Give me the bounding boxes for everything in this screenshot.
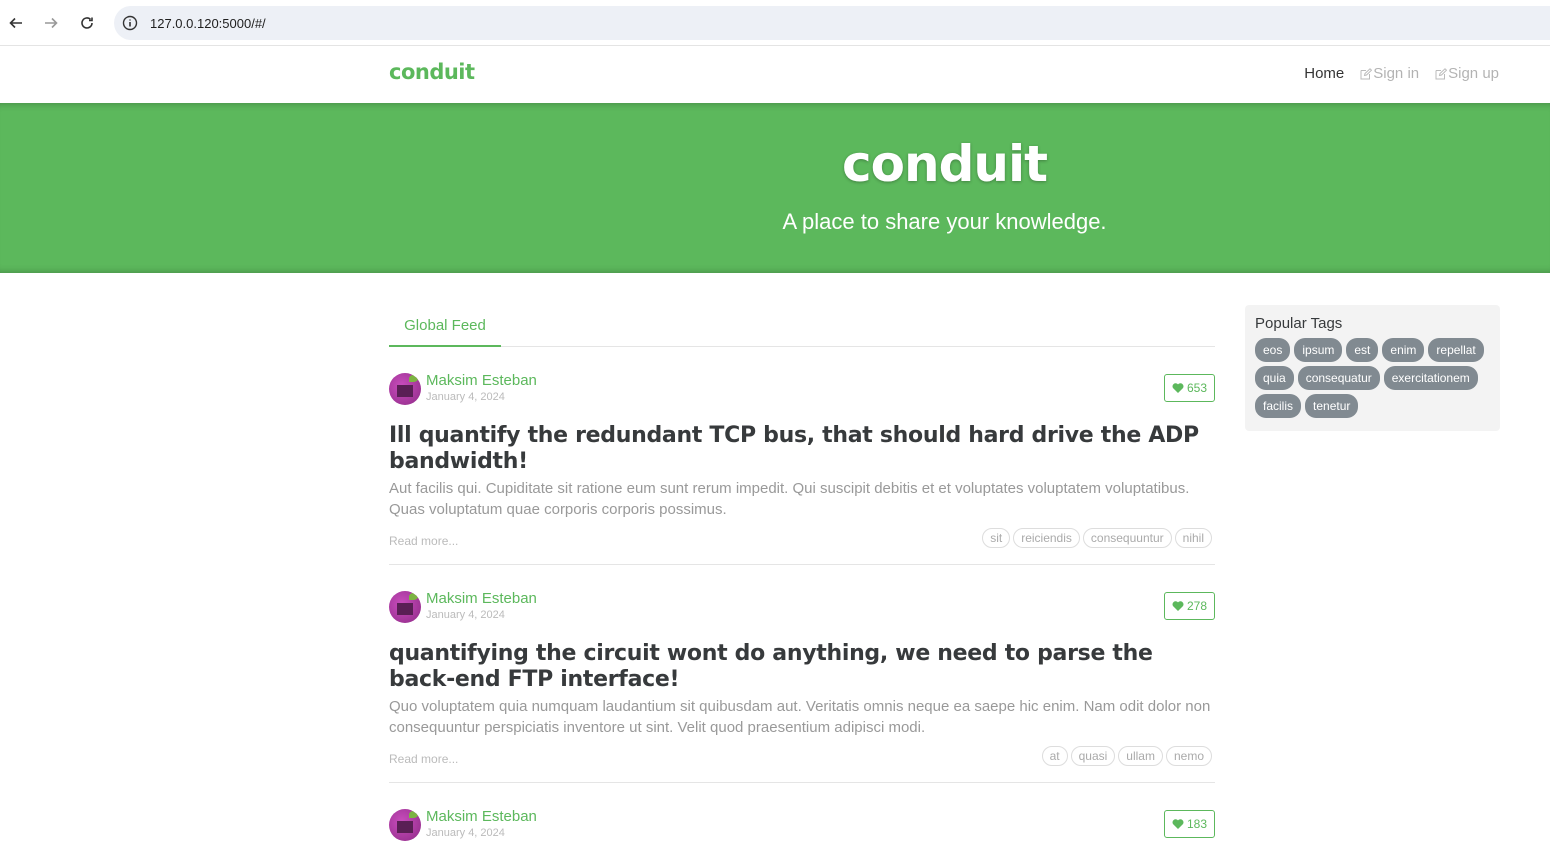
tag-pill[interactable]: repellat (1428, 338, 1484, 362)
article-description[interactable]: Aut facilis qui. Cupiditate sit ratione … (389, 478, 1215, 520)
article-tag[interactable]: reiciendis (1013, 528, 1080, 548)
avatar[interactable] (389, 373, 421, 405)
article-tag[interactable]: at (1041, 746, 1068, 766)
favorite-button[interactable]: 278 (1163, 592, 1215, 620)
article-preview: Maksim Esteban January 4, 2024 183 (389, 783, 1215, 847)
article-tag[interactable]: quasi (1070, 746, 1116, 766)
reload-icon[interactable] (76, 12, 98, 34)
read-more-link[interactable]: Read more... (389, 752, 458, 766)
popular-tags-sidebar: Popular Tags eos ipsum est enim repellat… (1245, 305, 1500, 431)
read-more-link[interactable]: Read more... (389, 534, 458, 548)
article-title[interactable]: Ill quantify the redundant TCP bus, that… (389, 423, 1215, 475)
banner-title: conduit (841, 135, 1048, 193)
article-tag-list: sit reiciendis consequuntur nihil (982, 528, 1212, 548)
tag-pill[interactable]: eos (1255, 338, 1291, 362)
article-date: January 4, 2024 (426, 391, 505, 403)
tag-pill[interactable]: consequatur (1297, 366, 1380, 390)
url-text[interactable]: 127.0.0.120:5000/#/ (150, 16, 266, 31)
article-footer: Read more... at quasi ullam nemo (389, 738, 1215, 782)
avatar[interactable] (389, 591, 421, 623)
address-bar[interactable]: 127.0.0.120:5000/#/ (114, 6, 1550, 40)
article-tag[interactable]: nemo (1165, 746, 1212, 766)
article-preview: Maksim Esteban January 4, 2024 653 Ill q… (389, 347, 1215, 565)
favorite-count: 278 (1186, 599, 1207, 613)
article-date: January 4, 2024 (426, 609, 505, 621)
article-preview: Maksim Esteban January 4, 2024 278 quant… (389, 565, 1215, 783)
author-link[interactable]: Maksim Esteban (426, 590, 537, 607)
edit-icon (1360, 67, 1373, 79)
hero-banner: conduit A place to share your knowledge. (0, 103, 1550, 273)
brand-logo[interactable]: conduit (389, 60, 475, 84)
tag-pill[interactable]: facilis (1255, 394, 1302, 418)
banner-subtitle: A place to share your knowledge. (782, 209, 1107, 234)
article-tag[interactable]: sit (982, 528, 1011, 548)
app-navbar: conduit Home Sign in Sign up (0, 46, 1550, 103)
site-info-icon[interactable] (122, 15, 138, 31)
nav-sign-up-label: Sign up (1448, 65, 1499, 82)
heart-icon (1172, 819, 1184, 829)
author-link[interactable]: Maksim Esteban (426, 372, 537, 389)
back-icon[interactable] (5, 12, 27, 34)
article-tag[interactable]: nihil (1174, 528, 1212, 548)
nav-links: Home Sign in Sign up (1304, 65, 1499, 82)
favorite-button[interactable]: 183 (1163, 810, 1215, 838)
tag-pill[interactable]: exercitationem (1383, 366, 1478, 390)
tag-pill[interactable]: tenetur (1305, 394, 1359, 418)
article-date: January 4, 2024 (426, 827, 505, 839)
tag-pill[interactable]: enim (1382, 338, 1425, 362)
article-tag-list: at quasi ullam nemo (1041, 746, 1212, 766)
tag-pill[interactable]: est (1346, 338, 1379, 362)
article-tag[interactable]: consequuntur (1082, 528, 1172, 548)
tag-pill[interactable]: ipsum (1294, 338, 1343, 362)
nav-sign-in[interactable]: Sign in (1360, 65, 1419, 82)
article-meta: Maksim Esteban January 4, 2024 653 (389, 371, 1215, 411)
article-feed: Global Feed Maksim Esteban January 4, 20… (389, 305, 1215, 847)
favorite-count: 653 (1186, 381, 1207, 395)
article-title[interactable]: quantifying the circuit wont do anything… (389, 641, 1215, 693)
nav-home[interactable]: Home (1304, 65, 1344, 82)
favorite-count: 183 (1186, 817, 1207, 831)
tab-global-feed[interactable]: Global Feed (389, 305, 501, 347)
favorite-button[interactable]: 653 (1163, 374, 1215, 402)
heart-icon (1172, 601, 1184, 611)
article-footer: Read more... sit reiciendis consequuntur… (389, 520, 1215, 564)
edit-icon (1435, 67, 1448, 79)
article-meta: Maksim Esteban January 4, 2024 278 (389, 589, 1215, 629)
article-meta: Maksim Esteban January 4, 2024 183 (389, 807, 1215, 847)
tag-cloud: eos ipsum est enim repellat quia consequ… (1255, 338, 1490, 418)
forward-icon[interactable] (40, 12, 62, 34)
article-tag[interactable]: ullam (1118, 746, 1163, 766)
tag-pill[interactable]: quia (1255, 366, 1294, 390)
sidebar-title: Popular Tags (1255, 315, 1343, 332)
heart-icon (1172, 383, 1184, 393)
author-link[interactable]: Maksim Esteban (426, 808, 537, 825)
nav-sign-up[interactable]: Sign up (1435, 65, 1499, 82)
feed-tabs: Global Feed (389, 305, 1215, 347)
nav-sign-in-label: Sign in (1373, 65, 1420, 82)
browser-toolbar: 127.0.0.120:5000/#/ (0, 0, 1550, 46)
avatar[interactable] (389, 809, 421, 841)
article-description[interactable]: Quo voluptatem quia numquam laudantium s… (389, 696, 1215, 738)
